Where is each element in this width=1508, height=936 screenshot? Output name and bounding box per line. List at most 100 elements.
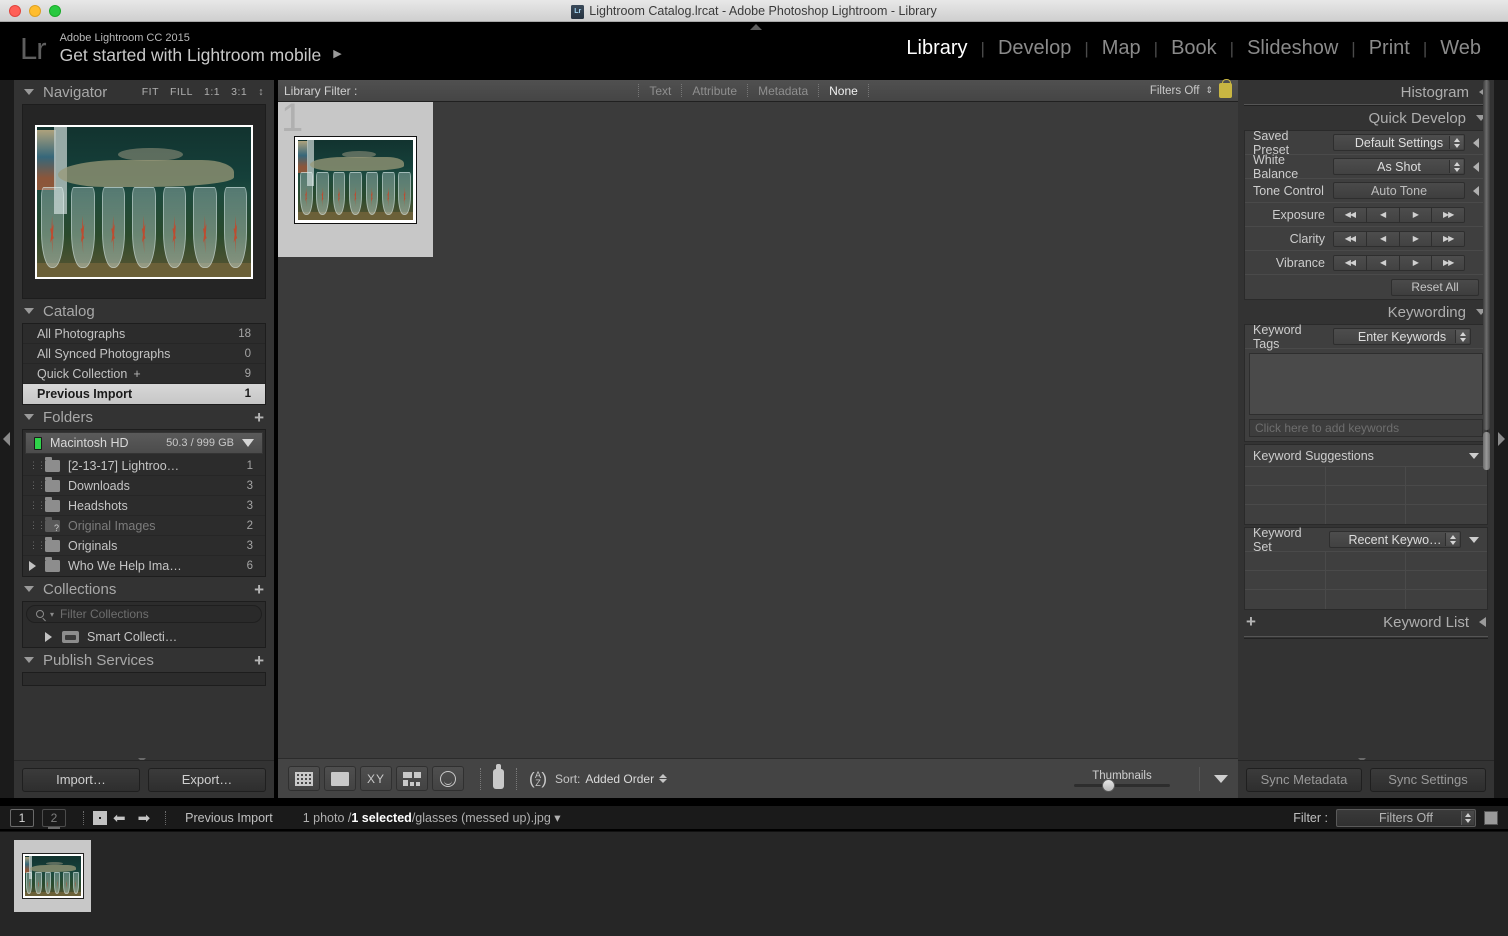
auto-tone-button[interactable]: Auto Tone (1333, 182, 1465, 199)
suggestion-cell[interactable] (1325, 486, 1407, 505)
popup-arrows-icon[interactable] (1445, 533, 1459, 546)
lock-icon[interactable] (1219, 79, 1232, 98)
keyword-suggestions-grid[interactable] (1245, 467, 1487, 524)
vibrance-nudge-buttons[interactable]: ◀◀ ◀ ▶ ▶▶ (1333, 254, 1465, 271)
keywording-header[interactable]: Keywording (1238, 300, 1494, 324)
slider-knob[interactable] (1102, 779, 1115, 792)
sync-settings-button[interactable]: Sync Settings (1370, 767, 1486, 792)
keyword-set-grid[interactable] (1245, 552, 1487, 609)
filter-tab-attribute[interactable]: Attribute (682, 84, 747, 98)
zoom-stepper-icon[interactable]: ↕ (258, 86, 264, 98)
suggestion-cell[interactable] (1406, 486, 1487, 505)
catalog-item-quick-collection[interactable]: Quick Collection + 9 (23, 364, 265, 384)
folders-header[interactable]: Folders + (14, 405, 274, 429)
zoom-fit[interactable]: FIT (142, 86, 159, 98)
module-picker[interactable]: Library | Develop | Map | Book | Slidesh… (893, 37, 1494, 60)
suggestion-cell[interactable] (1326, 505, 1407, 524)
saved-preset-popup[interactable]: Default Settings (1333, 134, 1465, 151)
keyword-set-cell[interactable] (1245, 590, 1326, 609)
library-filter-bar[interactable]: Library Filter : Text Attribute Metadata… (278, 79, 1238, 102)
suggestion-cell[interactable] (1245, 467, 1326, 486)
folder-row-expandable[interactable]: Who We Help Ima… 6 (23, 556, 265, 576)
right-panel-scrollbar-thumb[interactable] (1483, 432, 1490, 470)
survey-view-button[interactable] (396, 766, 428, 791)
clarity-big-decrease-button[interactable]: ◀◀ (1334, 231, 1367, 246)
exposure-decrease-button[interactable]: ◀ (1366, 207, 1400, 222)
play-arrow-icon[interactable]: ▶ (333, 48, 341, 61)
collections-header[interactable]: Collections + (14, 577, 274, 601)
white-balance-row[interactable]: White Balance As Shot (1245, 153, 1487, 181)
people-view-button[interactable] (432, 766, 464, 791)
folder-row-missing[interactable]: ⋮⋮ Original Images 2 (23, 516, 265, 536)
chevron-down-icon[interactable]: ▾ (50, 610, 54, 619)
suggestion-cell[interactable] (1406, 467, 1487, 486)
filmstrip-cell[interactable] (14, 840, 91, 912)
exposure-row[interactable]: Exposure ◀◀ ◀ ▶ ▶▶ (1245, 203, 1487, 227)
sync-metadata-button[interactable]: Sync Metadata (1246, 767, 1362, 792)
right-panel-edge[interactable] (1494, 80, 1508, 798)
twisty-collapsed-icon[interactable] (1479, 617, 1486, 627)
sort-value[interactable]: Added Order (585, 772, 654, 786)
clarity-decrease-button[interactable]: ◀ (1366, 231, 1400, 246)
saved-preset-row[interactable]: Saved Preset Default Settings (1245, 129, 1487, 157)
clarity-row[interactable]: Clarity ◀◀ ◀ ▶ ▶▶ (1245, 227, 1487, 251)
twisty-down-icon[interactable] (24, 308, 34, 314)
tone-control-collapse-icon[interactable] (1473, 185, 1479, 196)
histogram-header[interactable]: Histogram (1238, 80, 1494, 104)
navigator-preview[interactable] (22, 104, 266, 299)
grid-view[interactable]: 1 (278, 98, 1238, 758)
twisty-down-icon[interactable] (1469, 452, 1479, 459)
quick-collection-plus-icon[interactable]: + (133, 367, 140, 381)
second-screen-button[interactable]: 2 (42, 808, 66, 829)
folder-row[interactable]: ⋮⋮ Originals 3 (23, 536, 265, 556)
filmstrip-thumbnail[interactable] (21, 853, 84, 899)
grid-cell-thumbnail[interactable] (294, 135, 417, 224)
volume-macintosh-hd[interactable]: Macintosh HD 50.3 / 999 GB (25, 432, 263, 454)
keyword-set-popup[interactable]: Recent Keywo… (1329, 531, 1461, 548)
keyword-set-cell[interactable] (1245, 571, 1326, 590)
catalog-item-previous-import[interactable]: Previous Import 1 (23, 384, 265, 404)
module-slideshow[interactable]: Slideshow (1234, 37, 1351, 60)
filmstrip[interactable] (0, 831, 1508, 936)
keyword-suggestions-header[interactable]: Keyword Suggestions (1245, 445, 1487, 467)
vibrance-big-decrease-button[interactable]: ◀◀ (1334, 255, 1367, 270)
folder-row[interactable]: ⋮⋮ Headshots 3 (23, 496, 265, 516)
keyword-tags-popup[interactable]: Enter Keywords (1333, 328, 1471, 345)
suggestion-cell[interactable] (1325, 467, 1407, 486)
add-collection-icon[interactable]: + (254, 581, 264, 598)
module-library[interactable]: Library (893, 37, 980, 60)
folder-disclosure-icon[interactable] (29, 561, 45, 571)
keyword-set-cell[interactable] (1325, 571, 1407, 590)
filter-collections-input[interactable]: ▾ Filter Collections (26, 605, 262, 623)
left-panel-toggle-icon[interactable] (3, 432, 10, 446)
popup-arrows-icon[interactable] (1449, 160, 1463, 173)
compare-view-button[interactable]: XY (360, 766, 392, 791)
library-filter-state[interactable]: Filters Off ⇕ (1150, 79, 1232, 98)
library-filter-options[interactable]: Text Attribute Metadata None (638, 84, 869, 98)
module-web[interactable]: Web (1427, 37, 1494, 60)
twisty-down-icon[interactable] (24, 586, 34, 592)
collection-smart-collections[interactable]: Smart Collecti… (23, 626, 265, 647)
white-balance-collapse-icon[interactable] (1473, 161, 1479, 172)
twisty-down-icon[interactable] (24, 657, 34, 663)
add-folder-icon[interactable]: + (254, 409, 264, 426)
sort-direction-icon[interactable]: AZ (529, 770, 547, 788)
catalog-header[interactable]: Catalog (14, 299, 274, 323)
keyword-set-cell[interactable] (1326, 590, 1407, 609)
add-publish-service-icon[interactable]: + (254, 652, 264, 669)
white-balance-popup[interactable]: As Shot (1333, 158, 1465, 175)
popup-arrows-icon[interactable] (1449, 136, 1463, 149)
identity-plate[interactable]: Adobe Lightroom CC 2015 Get started with… (60, 32, 342, 65)
saved-preset-collapse-icon[interactable] (1473, 137, 1479, 148)
clarity-big-increase-button[interactable]: ▶▶ (1432, 231, 1464, 246)
exposure-big-increase-button[interactable]: ▶▶ (1432, 207, 1464, 222)
keyword-set-cell[interactable] (1245, 552, 1326, 571)
twisty-down-icon[interactable] (24, 414, 34, 420)
reset-all-button[interactable]: Reset All (1391, 278, 1479, 296)
catalog-item-all-synced-photographs[interactable]: All Synced Photographs 0 (23, 344, 265, 364)
catalog-item-all-photographs[interactable]: All Photographs 18 (23, 324, 265, 344)
keyword-tags-textarea[interactable] (1249, 353, 1483, 415)
suggestion-cell[interactable] (1245, 505, 1326, 524)
module-map[interactable]: Map (1089, 37, 1154, 60)
vibrance-decrease-button[interactable]: ◀ (1366, 255, 1400, 270)
